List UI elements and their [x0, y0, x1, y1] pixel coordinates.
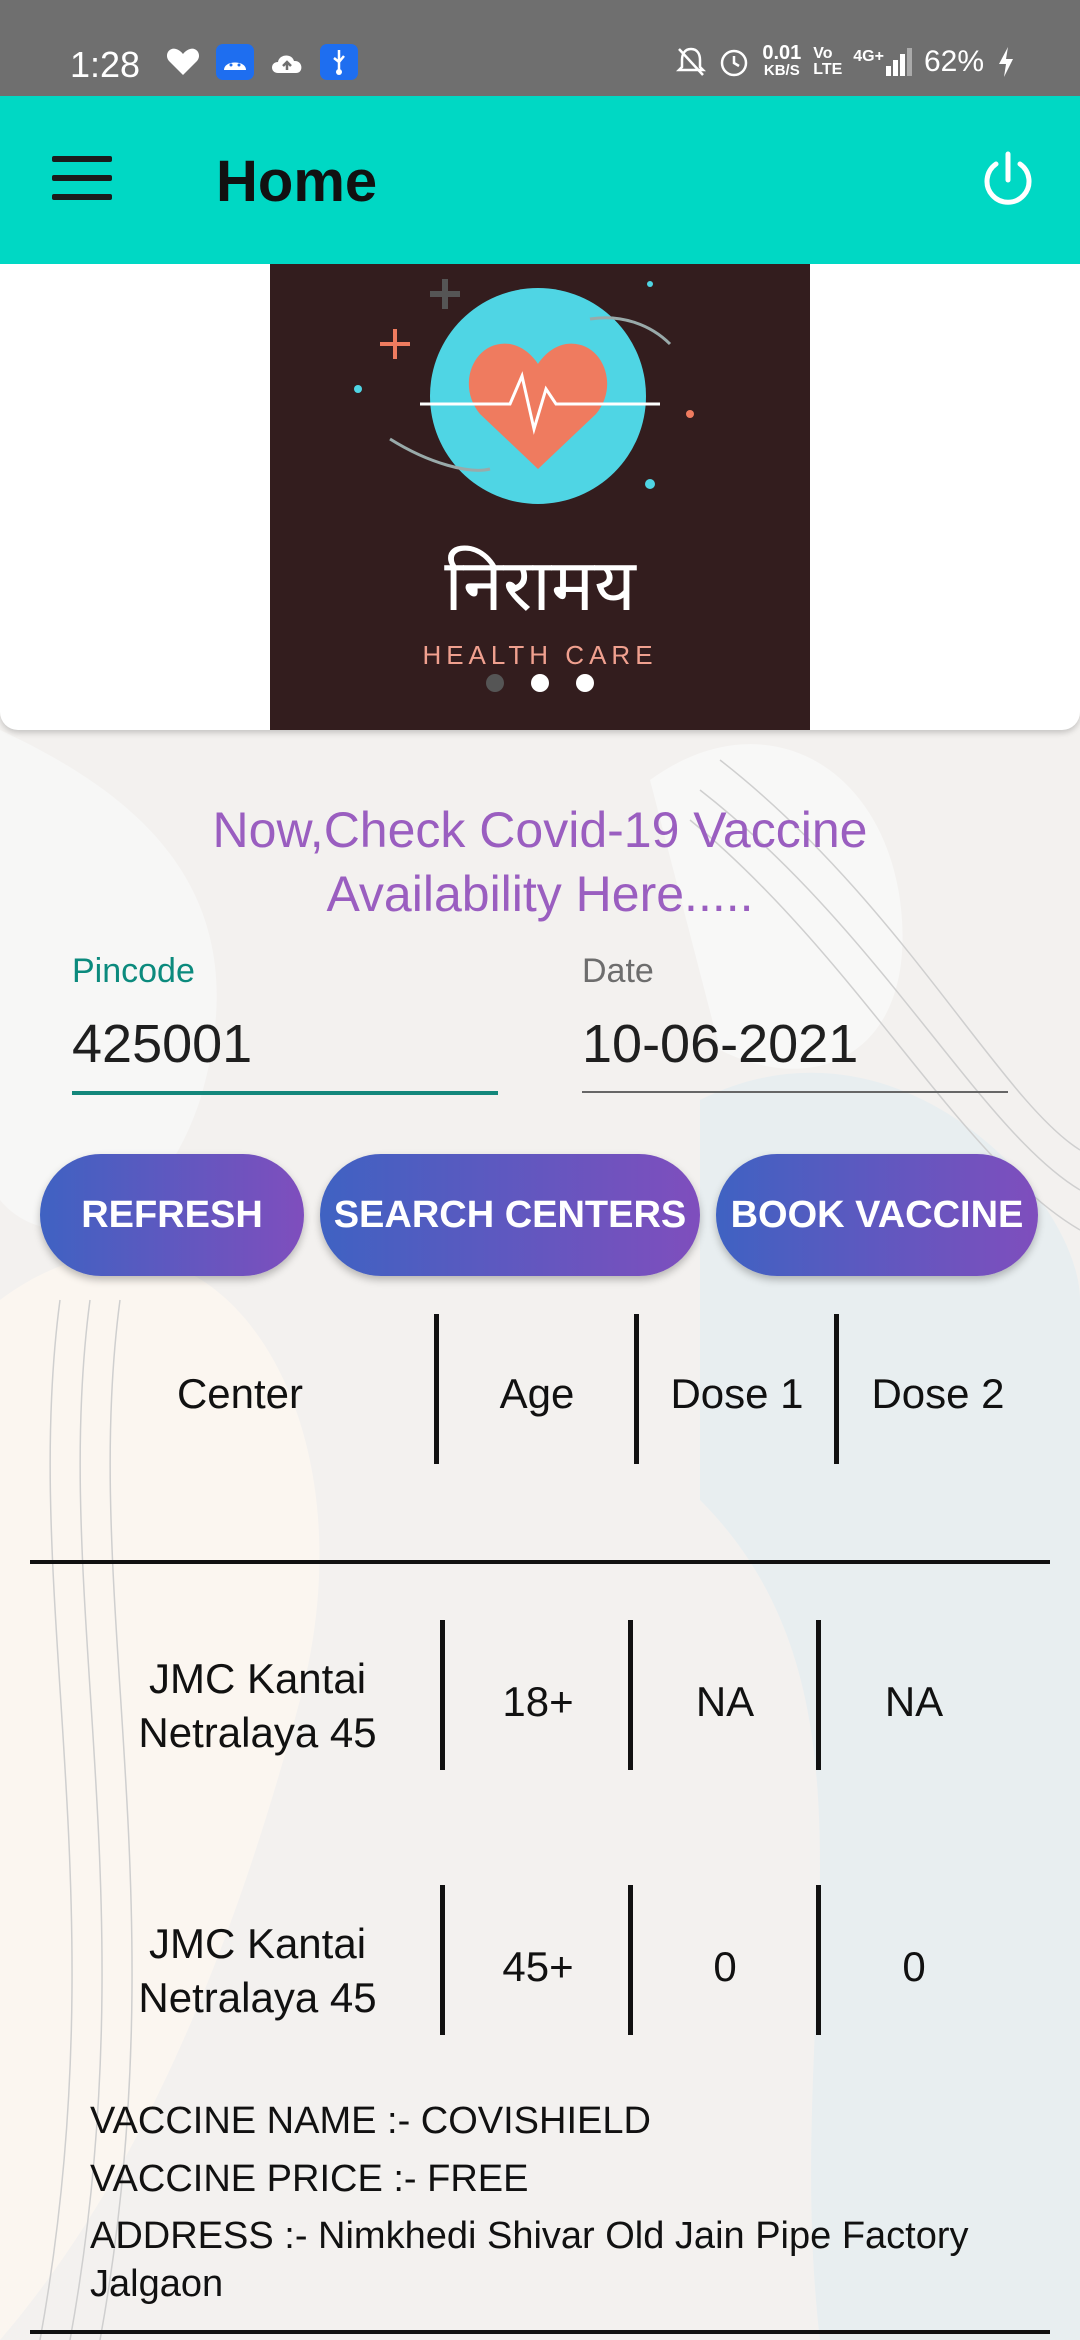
- hamburger-icon: [52, 156, 112, 162]
- banner-carousel[interactable]: निरामय HEALTH CARE: [0, 264, 1080, 730]
- row-dose2: NA: [884, 1678, 944, 1725]
- carousel-indicator: [270, 674, 810, 692]
- network-speed: 0.01 KB/S: [762, 42, 802, 79]
- row-dose1: 0: [713, 1943, 737, 1990]
- cloud-upload-icon: [268, 44, 306, 80]
- main-content: Now,Check Covid-19 Vaccine Availability …: [0, 730, 1080, 2340]
- row-dose2: 0: [902, 1943, 926, 1990]
- header-dose2: Dose 2: [871, 1370, 1005, 1417]
- power-icon: [984, 151, 1032, 205]
- signal-icon: 4G+: [853, 48, 912, 76]
- header-dose1: Dose 1: [670, 1370, 804, 1417]
- search-centers-button[interactable]: SEARCH CENTERS: [320, 1154, 700, 1276]
- date-field[interactable]: Date 10-06-2021: [582, 952, 1008, 1093]
- battery-percentage: 62%: [923, 45, 984, 78]
- health-heart-icon: [164, 44, 202, 80]
- table-row[interactable]: JMC Kantai Netralaya 45 45+ 0 0: [0, 1885, 1080, 2045]
- row-dose1: NA: [695, 1678, 755, 1725]
- volte-indicator: Vo LTE: [813, 45, 843, 78]
- table-divider: [30, 1560, 1050, 1564]
- alarm-icon: [721, 49, 748, 77]
- status-time: 1:28: [70, 44, 141, 85]
- headline: Now,Check Covid-19 Vaccine Availability …: [212, 802, 868, 922]
- vaccine-name: VACCINE NAME :- COVISHIELD: [90, 2100, 651, 2142]
- menu-button[interactable]: [52, 156, 112, 200]
- date-input[interactable]: 10-06-2021: [582, 1013, 1008, 1093]
- pincode-label: Pincode: [72, 952, 195, 990]
- battery-charging-icon: [999, 47, 1013, 77]
- banner-title: निरामय: [444, 543, 636, 627]
- row-age: 45+: [502, 1943, 574, 1990]
- table-header: Center Age Dose 1 Dose 2: [0, 1314, 1080, 1484]
- app-bar: Home: [0, 96, 1080, 264]
- row-center: JMC Kantai Netralaya 45: [138, 1655, 377, 1756]
- book-vaccine-button[interactable]: BOOK VACCINE: [716, 1154, 1038, 1276]
- pincode-field[interactable]: Pincode 425001: [72, 952, 498, 1095]
- usb-icon: [320, 44, 358, 80]
- carousel-dot[interactable]: [486, 674, 504, 692]
- refresh-button[interactable]: REFRESH: [40, 1154, 304, 1276]
- center-address: ADDRESS :- Nimkhedi Shivar Old Jain Pipe…: [90, 2215, 969, 2305]
- carousel-dot[interactable]: [576, 674, 594, 692]
- heart-logo-icon: [354, 279, 694, 504]
- table-divider: [30, 2330, 1050, 2334]
- row-age: 18+: [502, 1678, 574, 1725]
- header-age: Age: [499, 1370, 575, 1417]
- header-center: Center: [176, 1370, 304, 1417]
- table-row[interactable]: JMC Kantai Netralaya 45 18+ NA NA: [0, 1620, 1080, 1780]
- status-bar: 1:28 0.01 KB/S Vo LTE 4G+ 62%: [0, 0, 1080, 96]
- date-label: Date: [582, 952, 654, 990]
- page-title: Home: [216, 149, 378, 214]
- row-center: JMC Kantai Netralaya 45: [138, 1920, 377, 2021]
- notifications-off-icon: [676, 47, 707, 76]
- vaccine-price: VACCINE PRICE :- FREE: [90, 2158, 529, 2200]
- pincode-input[interactable]: 425001: [72, 1013, 498, 1095]
- banner-subtitle: HEALTH CARE: [422, 640, 658, 670]
- carousel-dot[interactable]: [531, 674, 549, 692]
- banner-slide: निरामय HEALTH CARE: [270, 264, 810, 730]
- android-icon: [216, 44, 254, 80]
- logout-button[interactable]: [976, 148, 1040, 212]
